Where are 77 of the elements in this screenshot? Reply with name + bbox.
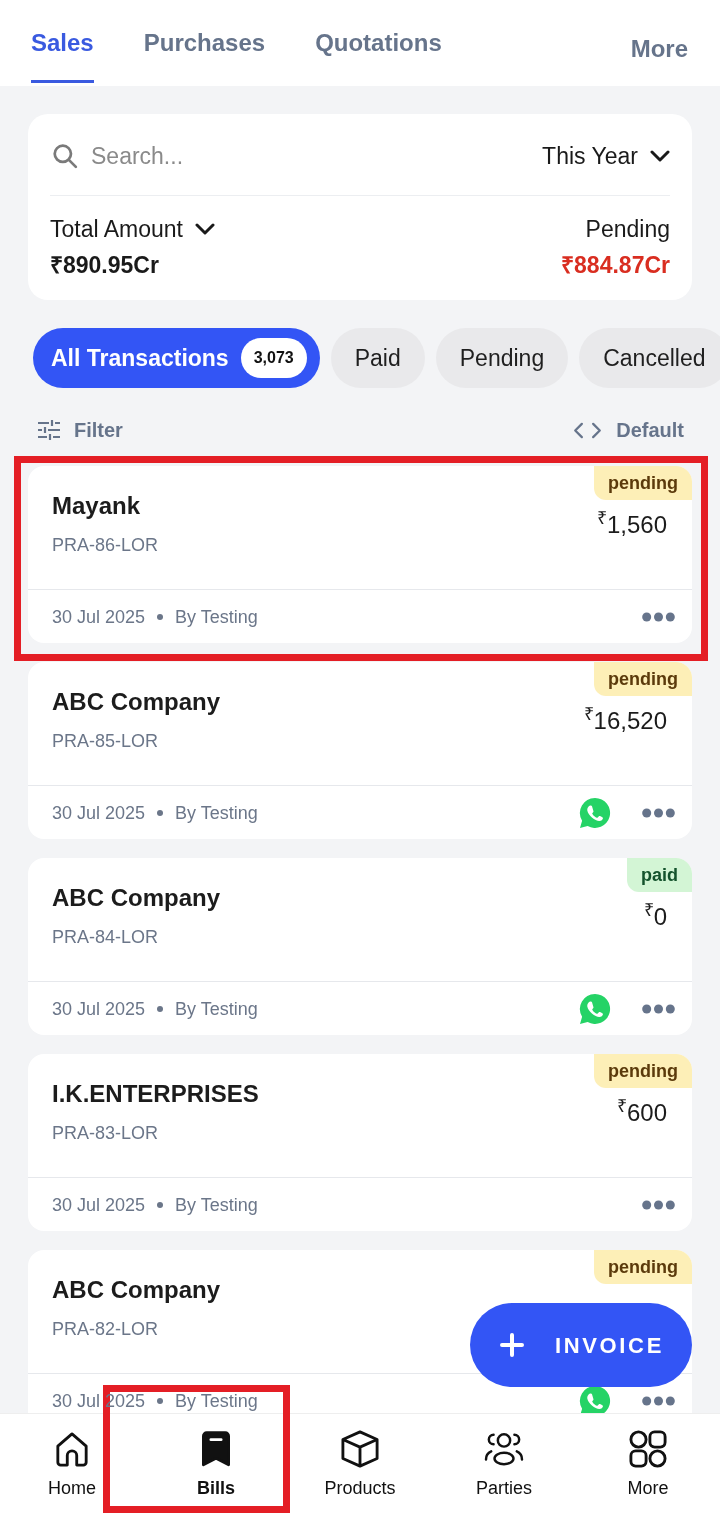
box-icon [341, 1430, 379, 1468]
nav-tab[interactable]: Products [324, 1414, 396, 1515]
nav-tab[interactable]: More [627, 1414, 669, 1515]
invoice-date: 30 Jul 2025 [52, 605, 146, 629]
status-badge: pending [594, 1054, 692, 1088]
bullet-icon [157, 1397, 164, 1404]
customer-name: ABC Company [52, 1275, 220, 1305]
customer-name: I.K.ENTERPRISES [52, 1079, 259, 1109]
angle-brackets-icon [573, 421, 603, 439]
pending-label: Pending [585, 215, 670, 244]
filter-button[interactable]: Filter [38, 416, 123, 444]
created-by: By Testing [175, 1389, 258, 1413]
created-by: By Testing [175, 605, 258, 629]
invoice-number: PRA-83-LOR [52, 1122, 159, 1145]
ellipsis-icon[interactable] [642, 1003, 675, 1014]
people-icon [484, 1431, 524, 1467]
nav-tab[interactable]: Parties [476, 1414, 532, 1515]
customer-name: ABC Company [52, 687, 220, 717]
bullet-icon [157, 613, 164, 620]
created-by: By Testing [175, 801, 258, 825]
transaction-card[interactable]: Mayank PRA-86-LOR $^{₹}$1,560 pending 30 Jul 2025 By Testing [28, 466, 692, 643]
ellipsis-icon[interactable] [642, 611, 675, 622]
plus-icon [500, 1333, 524, 1357]
nav-tab[interactable]: Home [48, 1414, 96, 1515]
total-amount-dropdown[interactable]: Total Amount [50, 214, 215, 244]
tab[interactable]: Purchases [143, 0, 266, 83]
customer-name: ABC Company [52, 883, 220, 913]
invoice-date: 30 Jul 2025 [52, 1193, 146, 1217]
pending-amount-value: ₹884.87Cr [561, 251, 670, 280]
bookmark-icon [202, 1431, 230, 1467]
invoice-number: PRA-82-LOR [52, 1318, 159, 1341]
invoice-number: PRA-86-LOR [52, 534, 159, 557]
status-badge: pending [594, 662, 692, 696]
filter-chip[interactable]: Paid [330, 328, 425, 388]
chevron-down-icon [194, 223, 215, 235]
sliders-icon [38, 420, 60, 440]
status-badge: paid [627, 858, 692, 892]
count-badge: 3,073 [240, 338, 307, 378]
more-button[interactable]: More [630, 33, 688, 65]
chevron-down-icon [650, 150, 670, 162]
search-icon [52, 143, 78, 169]
transaction-card[interactable]: I.K.ENTERPRISES PRA-83-LOR $^{₹}$600 pending 30 Jul 2025 By Testing [28, 1054, 692, 1231]
search-field[interactable]: Search... [91, 138, 543, 174]
nav-tab[interactable]: Bills [197, 1414, 235, 1515]
ellipsis-icon[interactable] [642, 1395, 675, 1406]
tab[interactable]: Quotations [315, 0, 442, 83]
bullet-icon [157, 1005, 164, 1012]
bullet-icon [157, 1201, 164, 1208]
amount: $^{₹}$1,560 [596, 509, 667, 540]
amount: $^{₹}$16,520 [583, 705, 667, 736]
invoice-date: 30 Jul 2025 [52, 997, 146, 1021]
status-badge: pending [594, 1250, 692, 1284]
transaction-card[interactable]: ABC Company PRA-84-LOR $^{₹}$0 paid 30 Jul 2025 By Testing [28, 858, 692, 1035]
filter-chip[interactable]: Pending [435, 328, 569, 388]
grid-icon [629, 1430, 667, 1468]
home-icon [55, 1431, 89, 1467]
sort-button[interactable]: Default [573, 416, 684, 444]
ellipsis-icon[interactable] [642, 807, 675, 818]
ellipsis-icon[interactable] [642, 1199, 675, 1210]
invoice-date: 30 Jul 2025 [52, 801, 146, 825]
amount: $^{₹}$0 [643, 901, 667, 932]
invoice-number: PRA-85-LOR [52, 730, 159, 753]
amount: $^{₹}$600 [616, 1097, 667, 1128]
invoice-fab-overlay[interactable]: INVOICE [470, 1303, 692, 1387]
status-badge: pending [594, 466, 692, 500]
invoice-number: PRA-84-LOR [52, 926, 159, 949]
tab[interactable]: Sales [31, 0, 94, 83]
chat-phone-icon[interactable] [579, 1384, 611, 1413]
customer-name: Mayank [52, 491, 141, 521]
created-by: By Testing [175, 1193, 258, 1217]
period-dropdown[interactable]: This Year [542, 140, 670, 172]
created-by: By Testing [175, 997, 258, 1021]
transaction-card[interactable]: ABC Company PRA-85-LOR $^{₹}$16,520 pending 30 Jul 2025 By Testing [28, 662, 692, 839]
bullet-icon [157, 809, 164, 816]
filter-chip[interactable]: Cancelled [579, 328, 720, 388]
filter-chip[interactable]: All Transactions 3,073 [33, 328, 320, 388]
total-amount-value: ₹890.95Cr [50, 251, 159, 280]
